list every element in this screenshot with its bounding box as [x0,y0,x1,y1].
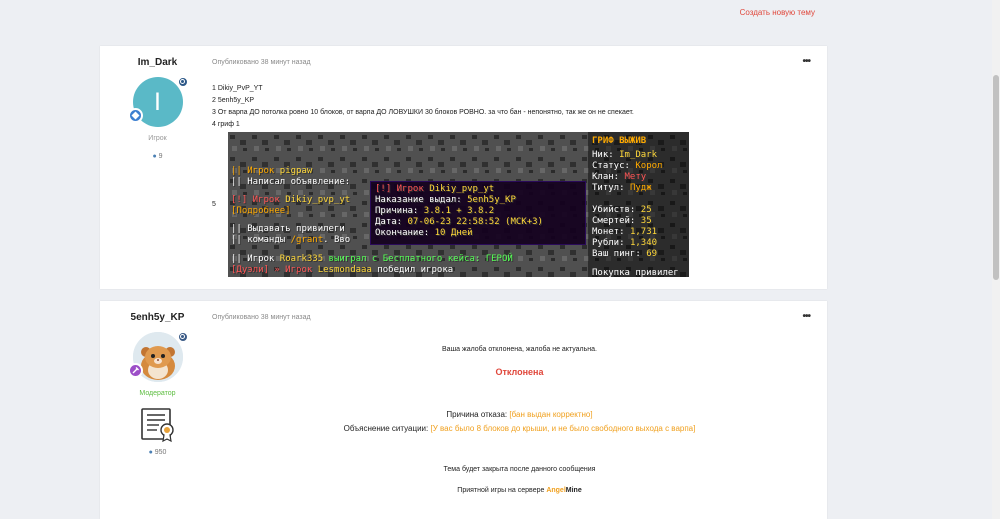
post-line: 4 гриф 1 [212,121,240,128]
chat-line: || Выдавать привилеги [231,224,345,234]
chat-line: [!] Игрок Dikiy_pvp_yt [231,195,351,205]
chat-line: || Написал объявление: [231,177,351,187]
post-author: Im_Dark I Игрок ● 9 [100,46,215,160]
post-count-value: 9 [158,153,163,160]
chat-line: || Игрок Roark335 выиграл с Бесплатного … [231,254,513,264]
scoreboard-row: Рубли: 1,340 [592,238,658,248]
tooltip-line: Дата: 07-06-23 22:58:52 (МСК+3) [375,217,543,227]
scoreboard-row: Титул: Пудж [592,183,652,193]
post-count-value: 950 [154,449,167,456]
post-content: Опубликовано 38 минут назад ••• Ваша жал… [212,301,827,519]
certificate-icon [139,405,177,443]
post-timestamp[interactable]: Опубликовано 38 минут назад [212,59,311,66]
reputation-badge-icon [177,332,188,342]
tooltip-line: Окончание: 10 Дней [375,228,473,238]
author-role: Игрок [148,135,167,142]
post-timestamp[interactable]: Опубликовано 38 минут назад [212,314,311,321]
author-name[interactable]: 5enh5y_KP [100,312,215,323]
rank-badge-icon [127,108,143,123]
status-rejected: Отклонена [495,367,544,377]
reason-value: [бан выдан корректно] [509,410,593,419]
signature: Приятной игры на сервере AngelMine [212,487,827,494]
tooltip-line: [!] Игрок Dikiy_pvp_yt [375,184,495,194]
scoreboard: ГРИФ ВЫЖИВ Ник: Im_Dark Статус: Корол Кл… [588,132,689,277]
avatar[interactable]: I [127,77,188,127]
scoreboard-row [592,260,679,268]
minecraft-screenshot[interactable]: || Игрок pigpaw || Написал объявление: [… [228,132,689,277]
chat-line: || Игрок pigpaw [231,166,313,176]
scoreboard-row: Монет: 1,731 [592,227,658,237]
scoreboard-row: Смертей: 35 [592,216,652,226]
post-moderator: 5enh5y_KP Модератор ● 950 Опубликовано 3… [100,301,827,519]
scrollbar-thumb[interactable] [993,75,999,280]
scoreboard-row: Покупка привилег [592,268,679,277]
post-line-5: 5 [212,201,216,208]
tooltip-line: Причина: 3.8.1 + 3.8.2 [375,206,495,216]
post-text: 1 Dikiy_PvP_YT 2 5enh5y_KP 3 От варпа ДО… [212,83,634,131]
scoreboard-row: Ваш пинг: 69 [592,249,658,259]
ban-tooltip: [!] Игрок Dikiy_pvp_yt Наказание выдал: … [370,181,586,245]
rejection-message: Ваша жалоба отклонена, жалоба не актуаль… [442,346,597,353]
create-topic-link[interactable]: Создать новую тему [740,8,815,17]
chat-line: || команды /grant. Вво [231,235,351,245]
scoreboard-row: Ник: Im_Dark [592,150,658,160]
post-line: 1 Dikiy_PvP_YT [212,85,263,92]
situation-explanation: Объяснение ситуации: [У вас было 8 блоко… [212,424,827,433]
explain-label: Объяснение ситуации: [343,424,429,433]
post-count: ● 9 [100,153,215,160]
scoreboard-rows: Ник: Im_Dark Статус: Корол Клан: Мету Ти… [592,150,679,277]
closing-notice: Тема будет закрыта после данного сообщен… [443,466,596,473]
scoreboard-row: Убийств: 25 [592,205,652,215]
avatar[interactable] [127,332,188,382]
post-content: Опубликовано 38 минут назад ••• 1 Dikiy_… [212,46,827,289]
post-im-dark: Im_Dark I Игрок ● 9 Опубликовано 38 мину… [100,46,827,289]
reputation-badge-icon [177,77,188,87]
post-menu-icon[interactable]: ••• [802,311,810,322]
post-author: 5enh5y_KP Модератор ● 950 [100,301,215,456]
explain-value: [У вас было 8 блоков до крыши, и не было… [430,424,696,433]
post-count: ● 950 [100,449,215,456]
scoreboard-title: ГРИФ ВЫЖИВ [592,136,647,146]
author-role: Модератор [139,390,176,397]
brand-angel: Angel [546,487,566,494]
moderator-badge-icon [127,363,143,378]
reason-label: Причина отказа: [446,410,508,419]
post-line: 3 От варпа ДО потолка ровно 10 блоков, о… [212,109,634,116]
scoreboard-row [592,194,679,205]
chat-line: [Дуэли] » Игрок Lesmondaaa победил игрок… [231,265,454,275]
scoreboard-row: Статус: Корол [592,161,663,171]
comment-bubble-icon: ● [148,449,153,456]
comment-bubble-icon: ● [152,153,157,160]
signature-text: Приятной игры на сервере [457,487,547,494]
scoreboard-row: Клан: Мету [592,172,647,182]
author-name[interactable]: Im_Dark [100,57,215,68]
chat-line[interactable]: [Подробнее] [231,206,291,217]
tooltip-line: Наказание выдал: 5enh5y_KP [375,195,516,205]
post-menu-icon[interactable]: ••• [802,56,810,67]
page-scrollbar[interactable] [992,0,1000,519]
brand-mine: Mine [565,487,582,494]
post-line: 2 5enh5y_KP [212,97,255,104]
rejection-reason: Причина отказа: [бан выдан корректно] [212,410,827,419]
